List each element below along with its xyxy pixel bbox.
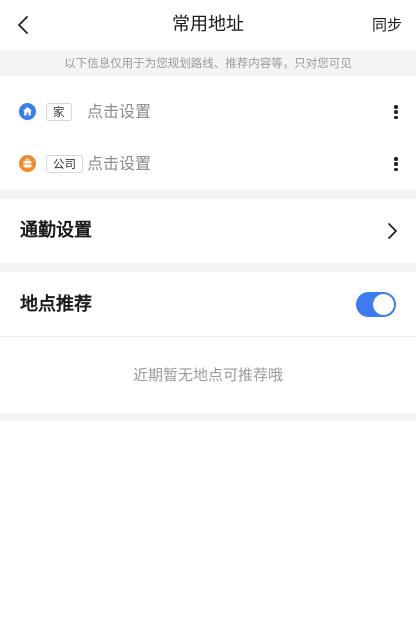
home-tag: 家 <box>46 103 72 121</box>
privacy-notice: 以下信息仅用于为您规划路线、推荐内容等，只对您可见 <box>0 50 416 76</box>
more-icon[interactable] <box>392 102 400 122</box>
sync-button[interactable]: 同步 <box>372 15 402 35</box>
page-title: 常用地址 <box>172 14 244 35</box>
section-separator <box>0 190 416 199</box>
home-icon <box>19 103 36 120</box>
recommend-empty-state: 近期暂无地点可推荐哦 <box>0 337 416 413</box>
address-list: 家 点击设置 公司 点击设置 <box>0 86 416 190</box>
header: 常用地址 同步 <box>0 0 416 50</box>
section-separator <box>0 263 416 272</box>
more-icon[interactable] <box>392 154 400 174</box>
home-set-link[interactable]: 点击设置 <box>87 101 151 123</box>
place-recommend-toggle[interactable] <box>356 292 396 317</box>
commute-settings-label: 通勤设置 <box>20 220 92 241</box>
company-address-row[interactable]: 公司 点击设置 <box>0 138 416 190</box>
place-recommend-label: 地点推荐 <box>20 294 92 315</box>
toggle-knob <box>373 294 394 315</box>
company-set-link[interactable]: 点击设置 <box>87 153 151 175</box>
briefcase-icon <box>19 155 36 172</box>
chevron-right-icon <box>388 223 397 239</box>
commute-settings-row[interactable]: 通勤设置 <box>0 199 416 263</box>
common-addresses-page: 常用地址 同步 以下信息仅用于为您规划路线、推荐内容等，只对您可见 家 点击设置 <box>0 0 416 629</box>
company-tag: 公司 <box>46 155 83 173</box>
home-address-row[interactable]: 家 点击设置 <box>0 86 416 138</box>
empty-message: 近期暂无地点可推荐哦 <box>132 366 283 384</box>
place-recommend-row: 地点推荐 <box>0 272 416 336</box>
section-separator <box>0 413 416 421</box>
